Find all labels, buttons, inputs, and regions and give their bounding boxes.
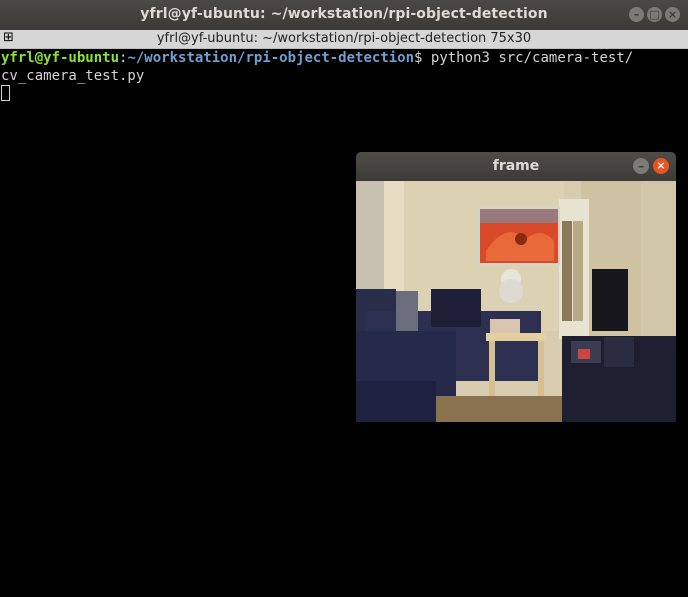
window-controls: – □ × bbox=[629, 7, 680, 22]
minimize-icon[interactable]: – bbox=[629, 7, 644, 22]
command-text-1: python3 src/camera-test/ bbox=[430, 50, 634, 66]
terminal-line-2: cv_camera_test.py bbox=[1, 67, 144, 85]
command-text-2: cv_camera_test.py bbox=[1, 68, 145, 84]
prompt-path: ~/workstation/rpi-object-detection bbox=[127, 50, 415, 66]
frame-close-icon[interactable]: × bbox=[653, 158, 669, 174]
prompt-symbol: $ bbox=[414, 50, 431, 66]
close-icon[interactable]: × bbox=[665, 7, 680, 22]
frame-title: frame bbox=[492, 158, 540, 174]
camera-feed-image bbox=[356, 181, 676, 422]
frame-controls: – × bbox=[633, 158, 669, 174]
terminal-title-strip: ⊞ yfrl@yf-ubuntu: ~/workstation/rpi-obje… bbox=[0, 30, 688, 49]
frame-window[interactable]: frame – × bbox=[356, 152, 676, 422]
window-titlebar[interactable]: yfrl@yf-ubuntu: ~/workstation/rpi-object… bbox=[0, 0, 688, 30]
terminal-cursor bbox=[1, 85, 10, 101]
window-title: yfrl@yf-ubuntu: ~/workstation/rpi-object… bbox=[140, 6, 548, 22]
frame-titlebar[interactable]: frame – × bbox=[356, 152, 676, 181]
frame-minimize-icon[interactable]: – bbox=[633, 158, 649, 174]
terminal-line-1: yfrl@yf-ubuntu:~/workstation/rpi-object-… bbox=[1, 49, 633, 67]
terminal-title: yfrl@yf-ubuntu: ~/workstation/rpi-object… bbox=[156, 31, 532, 46]
maximize-icon[interactable]: □ bbox=[647, 7, 662, 22]
prompt-user: yfrl@yf-ubuntu bbox=[1, 50, 120, 66]
